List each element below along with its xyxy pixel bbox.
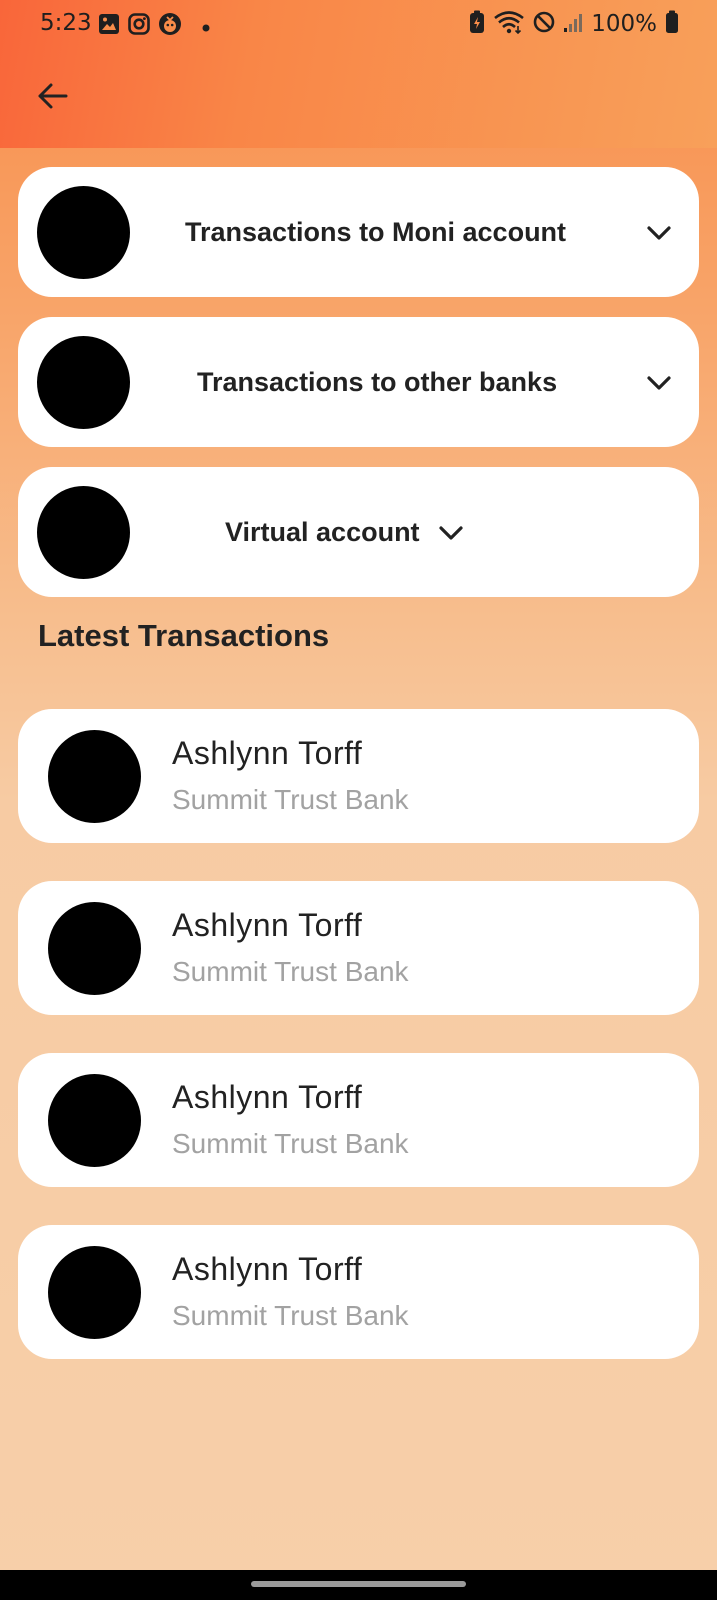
gallery-icon [98,13,120,39]
back-button[interactable] [30,76,74,120]
menu-item-virtual-account[interactable]: Virtual account [18,467,699,597]
transaction-bank: Summit Trust Bank [172,1128,409,1159]
status-left-icons [98,12,210,40]
transaction-item[interactable]: Ashlynn Torff Summit Trust Bank [18,1225,699,1359]
menu-item-label: Transactions to other banks [197,367,558,397]
transaction-avatar [48,1246,141,1339]
chevron-down-icon[interactable] [438,524,464,542]
app-bar: 5:23 100% [0,0,717,148]
transaction-item[interactable]: Ashlynn Torff Summit Trust Bank [18,1053,699,1187]
transaction-avatar [48,1074,141,1167]
battery-saver-icon [469,10,485,38]
status-right-icons: 100% [469,10,679,38]
menu-item-avatar [37,486,130,579]
transaction-name: Ashlynn Torff [172,1079,363,1115]
app-icon [158,12,182,40]
transaction-item[interactable]: Ashlynn Torff Summit Trust Bank [18,709,699,843]
menu-item-other-banks[interactable]: Transactions to other banks [18,317,699,447]
menu-item-avatar [37,336,130,429]
menu-item-moni-account[interactable]: Transactions to Moni account [18,167,699,297]
menu-item-avatar [37,186,130,279]
dot-icon [202,17,210,36]
do-not-disturb-icon [533,11,555,37]
transaction-bank: Summit Trust Bank [172,784,409,815]
status-time: 5:23 [40,10,92,36]
chevron-down-icon[interactable] [646,374,672,392]
transaction-name: Ashlynn Torff [172,1251,363,1287]
transaction-avatar [48,902,141,995]
battery-percentage: 100% [591,11,657,37]
transaction-name: Ashlynn Torff [172,735,363,771]
latest-transactions-title: Latest Transactions [38,618,330,653]
arrow-left-icon [36,82,68,115]
wifi-icon [493,10,525,38]
transaction-item[interactable]: Ashlynn Torff Summit Trust Bank [18,881,699,1015]
menu-item-label: Virtual account [225,517,420,547]
status-bar: 5:23 100% [0,0,717,50]
home-gesture-handle[interactable] [251,1581,466,1587]
signal-icon [563,11,583,37]
transaction-name: Ashlynn Torff [172,907,363,943]
transaction-avatar [48,730,141,823]
transaction-bank: Summit Trust Bank [172,956,409,987]
system-navigation-bar [0,1570,717,1600]
menu-item-label: Transactions to Moni account [185,217,567,247]
transaction-bank: Summit Trust Bank [172,1300,409,1331]
chevron-down-icon[interactable] [646,224,672,242]
battery-icon [665,10,679,38]
instagram-icon [128,13,150,39]
